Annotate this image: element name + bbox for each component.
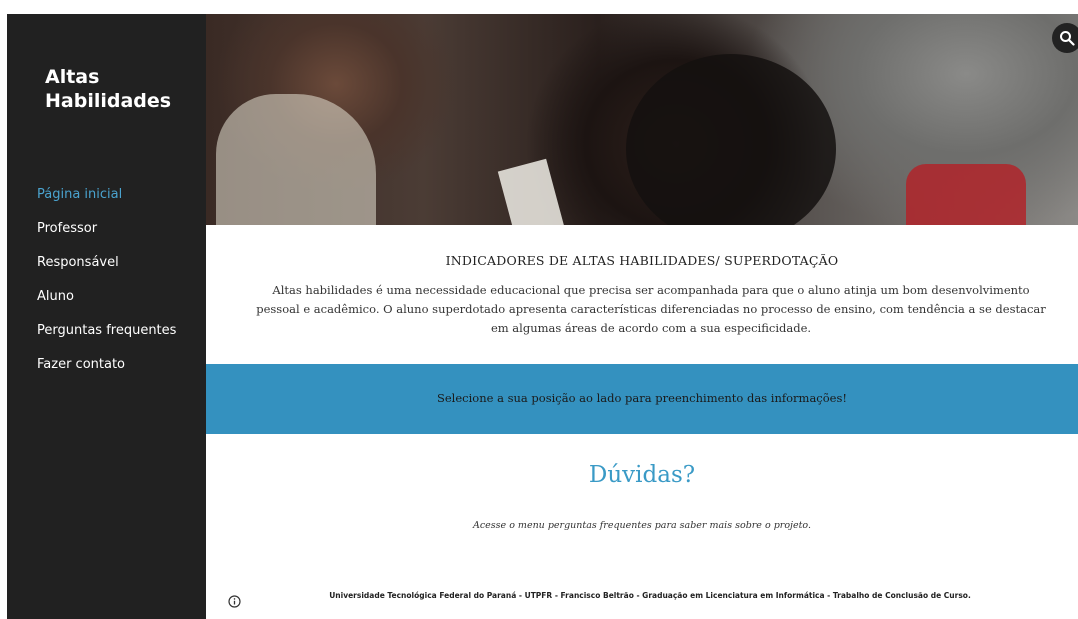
nav-item-responsavel[interactable]: Responsável xyxy=(37,248,176,282)
info-banner: Selecione a sua posição ao lado para pre… xyxy=(206,364,1078,434)
hero-figure-left xyxy=(216,94,376,225)
hero-image xyxy=(206,14,1078,225)
info-icon[interactable] xyxy=(228,593,241,612)
search-button[interactable] xyxy=(1052,23,1078,53)
nav-item-pagina-inicial[interactable]: Página inicial xyxy=(37,180,176,214)
banner-text: Selecione a sua posição ao lado para pre… xyxy=(437,391,847,405)
nav-item-aluno[interactable]: Aluno xyxy=(37,282,176,316)
duvidas-title: Dúvidas? xyxy=(588,462,696,488)
hero-paper xyxy=(497,158,565,225)
intro-text: Altas habilidades é uma necessidade educ… xyxy=(256,283,1046,335)
nav-item-fazer-contato[interactable]: Fazer contato xyxy=(37,350,176,384)
nav-item-professor[interactable]: Professor xyxy=(37,214,176,248)
sidebar-nav: Página inicial Professor Responsável Alu… xyxy=(37,180,176,384)
footer-text: Universidade Tecnológica Federal do Para… xyxy=(329,591,971,600)
hero-figure-center xyxy=(626,54,836,225)
site-title[interactable]: Altas Habilidades xyxy=(45,65,195,113)
search-icon xyxy=(1060,31,1075,46)
hero-figure-red-shirt xyxy=(906,164,1026,225)
duvidas-text: Acesse o menu perguntas frequentes para … xyxy=(473,520,811,531)
sidebar: Altas Habilidades Página inicial Profess… xyxy=(7,14,206,619)
nav-item-perguntas-frequentes[interactable]: Perguntas frequentes xyxy=(37,316,176,350)
intro-heading: INDICADORES DE ALTAS HABILIDADES/ SUPERD… xyxy=(445,253,839,268)
